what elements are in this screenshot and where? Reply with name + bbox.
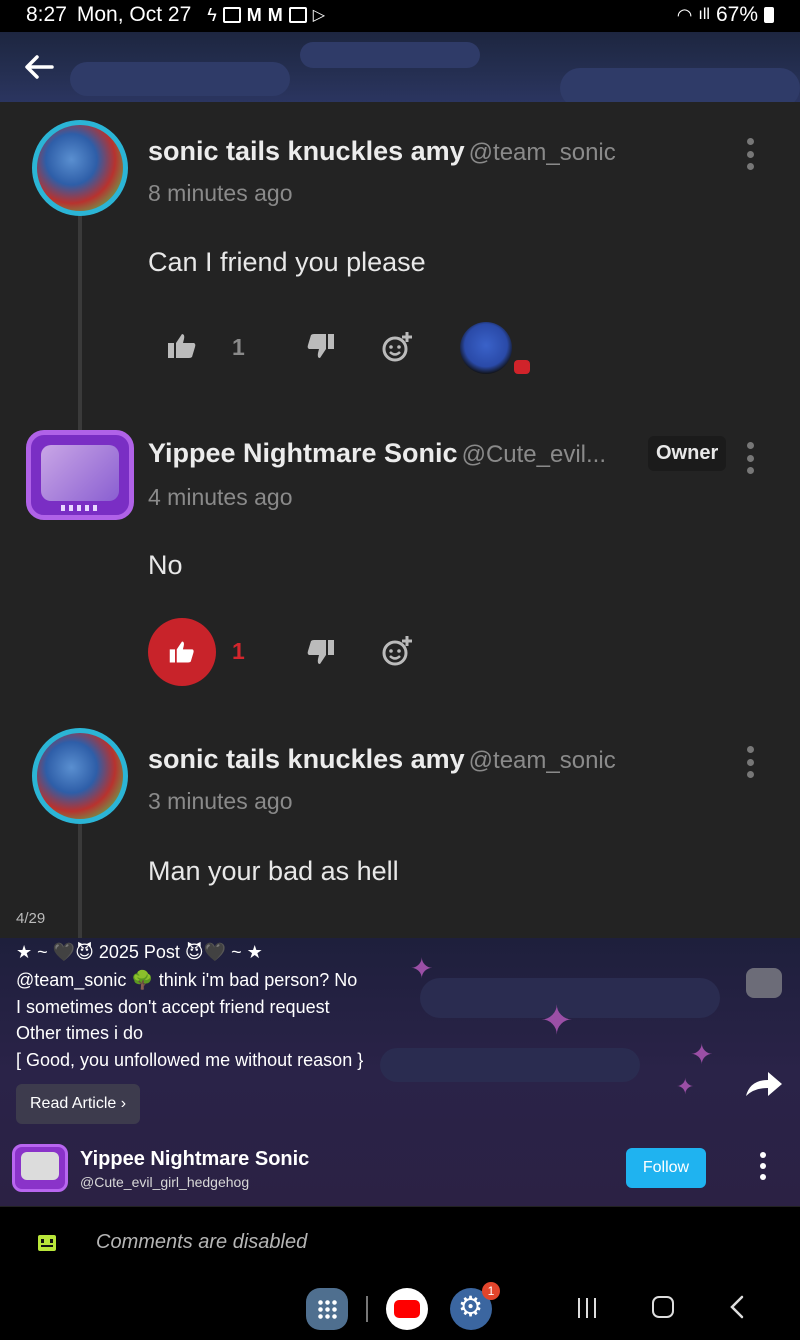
add-reaction-icon[interactable] (380, 634, 414, 668)
avatar[interactable] (26, 430, 134, 520)
comment-timestamp: 8 minutes ago (148, 180, 293, 206)
more-options-icon[interactable] (758, 1152, 768, 1180)
sparkle-icon: ✦ (540, 999, 574, 1043)
back-arrow-icon[interactable] (22, 52, 56, 82)
post-overlay: ✦ ✦ ✦ ✦ ★ ~ 🖤😈 2025 Post 😈🖤 ~ ★ @team_so… (0, 938, 800, 1206)
more-options-icon[interactable] (744, 138, 756, 170)
reaction-avatar[interactable] (460, 322, 512, 374)
avatar[interactable] (32, 728, 128, 824)
thumbs-up-icon[interactable] (166, 332, 198, 360)
comment-text: No (148, 550, 183, 580)
post-text-line: [ Good, you unfollowed me without reason… (16, 1050, 364, 1070)
avatar[interactable] (32, 120, 128, 216)
recent-apps-button[interactable] (578, 1298, 598, 1318)
date: Mon, Oct 27 (76, 3, 192, 26)
battery-icon (764, 7, 774, 23)
signal-icon: ıll (698, 6, 710, 23)
more-options-icon[interactable] (744, 746, 756, 778)
comment-author[interactable]: Yippee Nightmare Sonic @Cute_evil... (148, 438, 606, 469)
comment-bubble-icon[interactable] (746, 968, 782, 998)
youtube-icon[interactable] (386, 1288, 428, 1330)
home-button[interactable] (652, 1296, 674, 1318)
comment-text: Man your bad as hell (148, 856, 399, 886)
sparkle-icon: ✦ (410, 953, 434, 984)
image-icon (288, 7, 307, 23)
comments-list: sonic tails knuckles amy @team_sonic 8 mi… (0, 102, 800, 938)
thumbs-down-icon[interactable] (306, 638, 336, 666)
thread-line (78, 824, 82, 938)
play-icon: ▷ (312, 7, 326, 24)
sparkle-icon: ✦ (676, 1074, 695, 1099)
page-indicator: 4/29 (16, 910, 46, 927)
post-text-line: Other times i do (16, 1023, 144, 1043)
owner-badge: Owner (648, 436, 727, 471)
like-count: 1 (232, 334, 245, 360)
sparkle-icon: ✦ (690, 1039, 714, 1070)
divider (366, 1296, 368, 1322)
comment-timestamp: 3 minutes ago (148, 788, 293, 814)
comment-author[interactable]: sonic tails knuckles amy @team_sonic (148, 744, 616, 775)
wifi-icon: ◠ (676, 4, 693, 25)
author-name[interactable]: Yippee Nightmare Sonic (80, 1148, 309, 1171)
comment-handle: @Cute_evil... (461, 441, 606, 468)
comment-timestamp: 4 minutes ago (148, 484, 293, 510)
follow-button[interactable]: Follow (626, 1148, 706, 1188)
post-text-line: I sometimes don't accept friend request (16, 997, 330, 1017)
more-options-icon[interactable] (744, 442, 756, 474)
status-bar: 8:27 Mon, Oct 27 ϟ M M ▷ ◠ ıll 67% (0, 0, 800, 32)
gmail-icon: M (246, 4, 262, 25)
header (0, 32, 800, 102)
lightning-icon: ϟ (207, 4, 217, 25)
navigation-bar: 1 (0, 1276, 800, 1340)
thread-line (78, 214, 82, 434)
battery-level: 67% (715, 3, 758, 26)
comments-disabled-bar: Comments are disabled (0, 1206, 800, 1276)
folder-icon (222, 7, 241, 23)
comments-disabled-text: Comments are disabled (96, 1231, 308, 1253)
thumbs-down-icon[interactable] (306, 332, 336, 360)
post-text-line: ★ ~ 🖤😈 2025 Post 😈🖤 ~ ★ (16, 942, 263, 962)
thumbs-up-icon (169, 641, 194, 663)
comment-handle: @team_sonic (468, 747, 616, 774)
like-button-active[interactable] (148, 618, 216, 686)
comment-text: Can I friend you please (148, 247, 426, 277)
gmail-icon: M (267, 4, 283, 25)
clock: 8:27 (26, 3, 67, 26)
app-drawer-icon[interactable] (306, 1288, 348, 1330)
add-reaction-icon[interactable] (380, 330, 414, 364)
comment-author[interactable]: sonic tails knuckles amy @team_sonic (148, 136, 616, 167)
robot-icon (38, 1235, 56, 1251)
post-text-line: @team_sonic 🌳 think i'm bad person? No (16, 970, 358, 990)
notification-badge: 1 (482, 1282, 500, 1300)
like-count: 1 (232, 638, 245, 664)
author-avatar[interactable] (12, 1144, 68, 1192)
comment-handle: @team_sonic (468, 139, 616, 166)
share-icon[interactable] (744, 1068, 784, 1100)
author-handle: @Cute_evil_girl_hedgehog (80, 1174, 250, 1190)
read-article-button[interactable]: Read Article › (16, 1084, 141, 1124)
reaction-badge (514, 360, 530, 374)
back-button[interactable] (730, 1295, 744, 1319)
